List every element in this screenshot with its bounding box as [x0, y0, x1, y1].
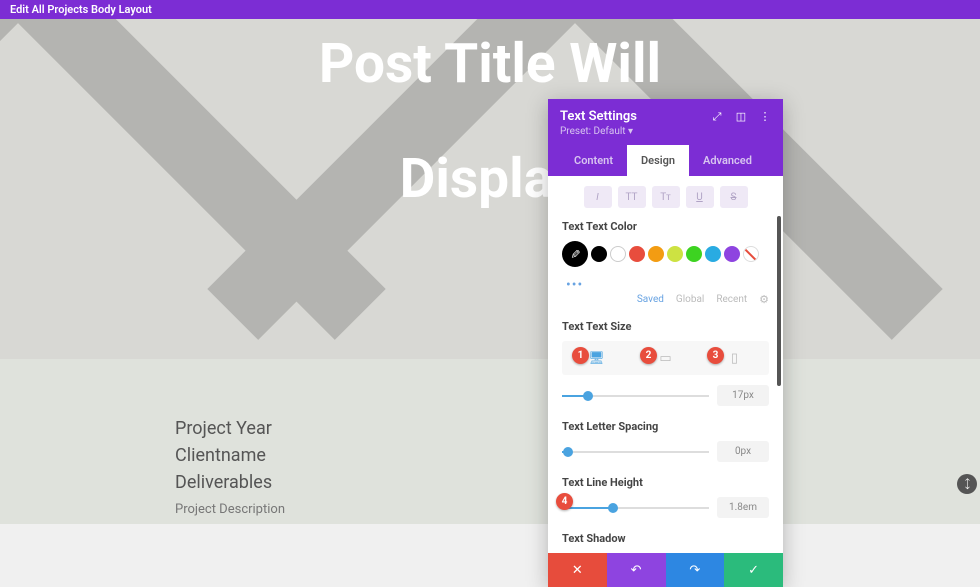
- tab-content[interactable]: Content: [560, 145, 627, 176]
- redo-button[interactable]: ↷: [666, 553, 725, 587]
- spacing-slider[interactable]: [562, 451, 709, 453]
- shadow-label: Text Shadow: [562, 532, 769, 545]
- swatch-yellow[interactable]: [667, 246, 683, 262]
- undo-button[interactable]: ↶: [607, 553, 666, 587]
- swatch-orange[interactable]: [648, 246, 664, 262]
- lineheight-label: Text Line Height: [562, 476, 769, 489]
- slider-thumb[interactable]: [583, 391, 593, 401]
- project-meta: Project Year Clientname Deliverables Pro…: [175, 415, 285, 517]
- panel-header: Text Settings ⤢ ◫ ⋮ Preset: Default ▾ Co…: [548, 99, 783, 176]
- uppercase-button[interactable]: TT: [618, 186, 646, 208]
- size-slider-row: 17px: [562, 385, 769, 406]
- color-label: Text Text Color: [562, 220, 769, 233]
- tab-advanced[interactable]: Advanced: [689, 145, 766, 176]
- more-swatches[interactable]: •••: [562, 273, 769, 293]
- annotation-badge-1: 1: [572, 347, 589, 364]
- save-button[interactable]: ✓: [724, 553, 783, 587]
- meta-description: Project Description: [175, 502, 285, 517]
- text-settings-panel: Text Settings ⤢ ◫ ⋮ Preset: Default ▾ Co…: [548, 99, 783, 587]
- dock-icon[interactable]: ◫: [735, 111, 747, 123]
- canvas: Post Title Will Display Project Year Cli…: [0, 19, 980, 524]
- annotation-badge-3: 3: [707, 347, 724, 364]
- color-tab-global[interactable]: Global: [676, 294, 704, 305]
- size-label: Text Text Size: [562, 320, 769, 333]
- panel-body: I TT Tᴛ U S Text Text Color •••: [548, 176, 783, 553]
- top-bar: Edit All Projects Body Layout: [0, 0, 980, 19]
- annotation-badge-2: 2: [640, 347, 657, 364]
- top-bar-title: Edit All Projects Body Layout: [10, 3, 152, 16]
- post-title-line1: Post Title Will: [0, 34, 980, 95]
- slider-thumb[interactable]: [563, 447, 573, 457]
- tab-design[interactable]: Design: [627, 145, 689, 176]
- format-toolbar: I TT Tᴛ U S: [562, 186, 769, 208]
- color-tab-saved[interactable]: Saved: [637, 294, 664, 305]
- annotation-badge-4: 4: [556, 493, 573, 510]
- device-selector: 1 🖥 2 ▭ 3 ▯: [562, 341, 769, 375]
- panel-footer: ✕ ↶ ↷ ✓: [548, 553, 783, 587]
- preset-dropdown[interactable]: Preset: Default ▾: [560, 126, 771, 145]
- resize-handle-icon[interactable]: ⤡: [953, 470, 980, 498]
- underline-button[interactable]: U: [686, 186, 714, 208]
- meta-deliverables: Deliverables: [175, 469, 285, 496]
- post-title-line2: Display: [0, 147, 980, 211]
- size-value[interactable]: 17px: [717, 385, 769, 406]
- color-swatches: [562, 241, 769, 267]
- kebab-menu-icon[interactable]: ⋮: [759, 111, 771, 123]
- swatch-none[interactable]: [743, 246, 759, 262]
- spacing-value[interactable]: 0px: [717, 441, 769, 462]
- strike-button[interactable]: S: [720, 186, 748, 208]
- swatch-purple[interactable]: [724, 246, 740, 262]
- meta-year: Project Year: [175, 415, 285, 442]
- cancel-button[interactable]: ✕: [548, 553, 607, 587]
- color-picker-button[interactable]: [562, 241, 588, 267]
- swatch-white[interactable]: [610, 246, 626, 262]
- lineheight-value[interactable]: 1.8em: [717, 497, 769, 518]
- gear-icon[interactable]: ⚙: [759, 293, 769, 306]
- lineheight-slider[interactable]: [562, 507, 709, 509]
- swatch-red[interactable]: [629, 246, 645, 262]
- smallcaps-button[interactable]: Tᴛ: [652, 186, 680, 208]
- swatch-black[interactable]: [591, 246, 607, 262]
- scrollbar[interactable]: [777, 216, 781, 386]
- spacing-slider-row: 0px: [562, 441, 769, 462]
- panel-title: Text Settings: [560, 109, 637, 124]
- slider-thumb[interactable]: [608, 503, 618, 513]
- swatch-blue[interactable]: [705, 246, 721, 262]
- swatch-green[interactable]: [686, 246, 702, 262]
- hero-section: Post Title Will Display: [0, 19, 980, 359]
- color-tab-recent[interactable]: Recent: [716, 294, 747, 305]
- italic-button[interactable]: I: [584, 186, 612, 208]
- expand-icon[interactable]: ⤢: [711, 111, 723, 123]
- size-slider[interactable]: [562, 395, 709, 397]
- meta-client: Clientname: [175, 442, 285, 469]
- spacing-label: Text Letter Spacing: [562, 420, 769, 433]
- lineheight-slider-row: 4 1.8em: [562, 497, 769, 518]
- panel-tabs: Content Design Advanced: [560, 145, 771, 176]
